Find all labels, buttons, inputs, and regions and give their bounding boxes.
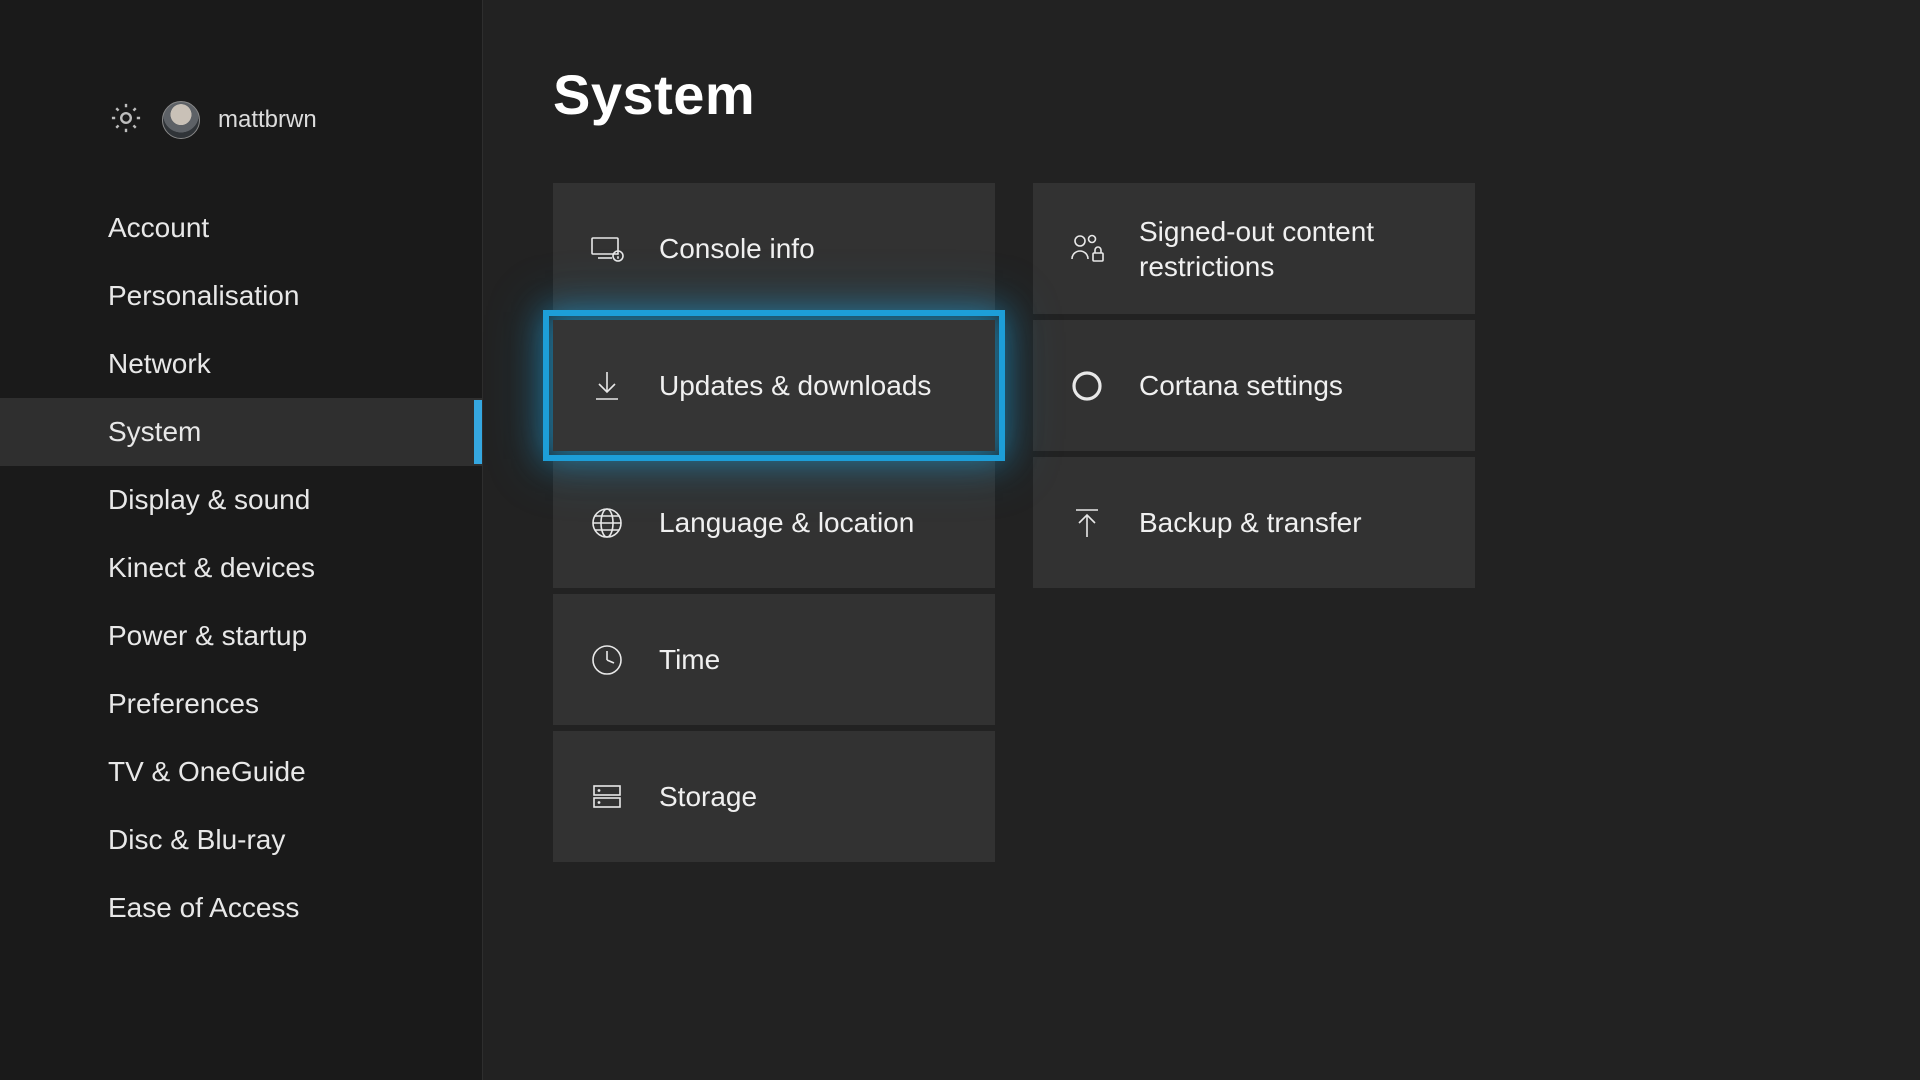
tile-label: Backup & transfer (1139, 505, 1362, 540)
sidebar-item-label: Kinect & devices (108, 552, 315, 584)
sidebar-item-power-startup[interactable]: Power & startup (0, 602, 482, 670)
sidebar-item-system[interactable]: System (0, 398, 482, 466)
people-lock-icon (1067, 229, 1107, 269)
tile-grid: Console info Updates & downloads (553, 183, 1850, 862)
sidebar-item-personalisation[interactable]: Personalisation (0, 262, 482, 330)
cortana-icon (1067, 366, 1107, 406)
sidebar-item-preferences[interactable]: Preferences (0, 670, 482, 738)
tile-label: Updates & downloads (659, 368, 931, 403)
upload-icon (1067, 503, 1107, 543)
username-label: mattbrwn (218, 106, 317, 134)
sidebar-item-kinect-devices[interactable]: Kinect & devices (0, 534, 482, 602)
sidebar-item-label: Account (108, 212, 209, 244)
sidebar-item-label: Personalisation (108, 280, 299, 312)
tile-console-info[interactable]: Console info (553, 183, 995, 314)
tile-content-restrictions[interactable]: Signed-out content restrictions (1033, 183, 1475, 314)
sidebar-header: mattbrwn (0, 0, 482, 160)
tile-column-1: Console info Updates & downloads (553, 183, 995, 862)
page-title: System (553, 62, 1850, 127)
avatar[interactable] (162, 101, 200, 139)
tile-backup-transfer[interactable]: Backup & transfer (1033, 457, 1475, 588)
tile-label: Console info (659, 231, 815, 266)
sidebar-nav: Account Personalisation Network System D… (0, 194, 482, 942)
storage-icon (587, 777, 627, 817)
sidebar-item-network[interactable]: Network (0, 330, 482, 398)
sidebar-item-disc-bluray[interactable]: Disc & Blu-ray (0, 806, 482, 874)
gear-icon (108, 100, 144, 141)
sidebar-item-label: TV & OneGuide (108, 756, 306, 788)
clock-icon (587, 640, 627, 680)
tile-label: Signed-out content restrictions (1139, 214, 1439, 284)
sidebar-item-label: Ease of Access (108, 892, 299, 924)
tile-label: Time (659, 642, 720, 677)
sidebar-item-ease-of-access[interactable]: Ease of Access (0, 874, 482, 942)
tile-updates-downloads[interactable]: Updates & downloads (553, 320, 995, 451)
download-icon (587, 366, 627, 406)
tile-storage[interactable]: Storage (553, 731, 995, 862)
tile-label: Storage (659, 779, 757, 814)
sidebar-item-label: Display & sound (108, 484, 310, 516)
tile-label: Language & location (659, 505, 914, 540)
sidebar: mattbrwn Account Personalisation Network… (0, 0, 483, 1080)
main-panel: System Console info (483, 0, 1920, 1080)
sidebar-item-label: System (108, 416, 201, 448)
sidebar-item-label: Preferences (108, 688, 259, 720)
sidebar-item-account[interactable]: Account (0, 194, 482, 262)
sidebar-item-label: Power & startup (108, 620, 307, 652)
settings-app: mattbrwn Account Personalisation Network… (0, 0, 1920, 1080)
tile-cortana-settings[interactable]: Cortana settings (1033, 320, 1475, 451)
tile-label: Cortana settings (1139, 368, 1343, 403)
sidebar-item-tv-oneguide[interactable]: TV & OneGuide (0, 738, 482, 806)
globe-icon (587, 503, 627, 543)
tile-time[interactable]: Time (553, 594, 995, 725)
tile-language-location[interactable]: Language & location (553, 457, 995, 588)
console-info-icon (587, 229, 627, 269)
tile-column-2: Signed-out content restrictions Cortana … (1033, 183, 1475, 862)
sidebar-item-display-sound[interactable]: Display & sound (0, 466, 482, 534)
sidebar-item-label: Disc & Blu-ray (108, 824, 285, 856)
sidebar-item-label: Network (108, 348, 211, 380)
